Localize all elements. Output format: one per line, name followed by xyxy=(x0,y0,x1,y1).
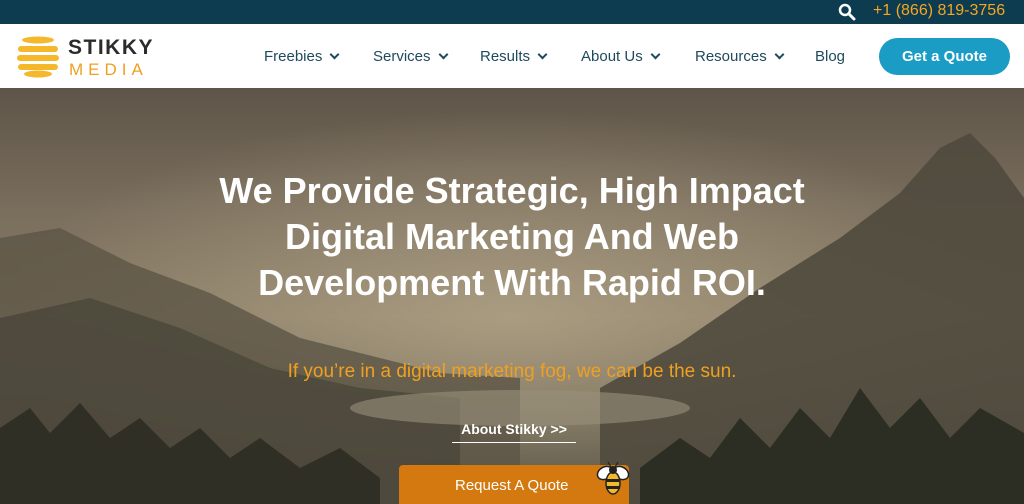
chevron-down-icon xyxy=(774,49,785,59)
nav-item-label: Results xyxy=(480,47,531,65)
top-bar: +1 (866) 819-3756 xyxy=(0,0,1024,24)
chevron-down-icon xyxy=(329,49,340,59)
chevron-down-icon xyxy=(537,49,548,59)
get-a-quote-button[interactable]: Get a Quote xyxy=(879,38,1010,75)
search-icon[interactable] xyxy=(838,3,856,21)
logo-wordmark-stikky: STIKKY xyxy=(68,36,155,59)
bee-icon xyxy=(596,461,630,495)
hero-headline: We Provide Strategic, High Impact Digita… xyxy=(219,170,805,303)
chevron-down-icon xyxy=(438,49,448,59)
nav-item-services[interactable]: Services xyxy=(373,24,448,88)
nav-item-label: Services xyxy=(373,47,431,65)
request-a-quote-button[interactable]: Request A Quote xyxy=(399,461,630,504)
chevron-down-icon xyxy=(650,49,661,59)
hero-subheadline: If you’re in a digital marketing fog, we… xyxy=(287,361,737,382)
main-navigation: STIKKY MEDIA Freebies Services Results A… xyxy=(0,24,1024,88)
stikky-logo-icon xyxy=(17,36,59,78)
request-a-quote-label: Request A Quote xyxy=(455,477,569,494)
logo-wordmark-media: MEDIA xyxy=(69,60,148,79)
nav-item-label: Freebies xyxy=(264,47,323,65)
nav-item-results[interactable]: Results xyxy=(480,24,548,88)
nav-item-about-us[interactable]: About Us xyxy=(581,24,661,88)
nav-item-freebies[interactable]: Freebies xyxy=(264,24,340,88)
phone-link[interactable]: +1 (866) 819-3756 xyxy=(873,1,1005,21)
nav-item-blog[interactable]: Blog xyxy=(815,24,845,88)
nav-item-label: Blog xyxy=(815,47,846,65)
nav-item-resources[interactable]: Resources xyxy=(695,24,785,88)
nav-item-label: About Us xyxy=(581,47,643,65)
hero-section: We Provide Strategic, High Impact Digita… xyxy=(0,88,1024,504)
about-stikky-link[interactable]: About Stikky >> xyxy=(452,421,576,443)
logo[interactable]: STIKKY MEDIA xyxy=(16,32,166,82)
nav-item-label: Resources xyxy=(695,47,767,65)
